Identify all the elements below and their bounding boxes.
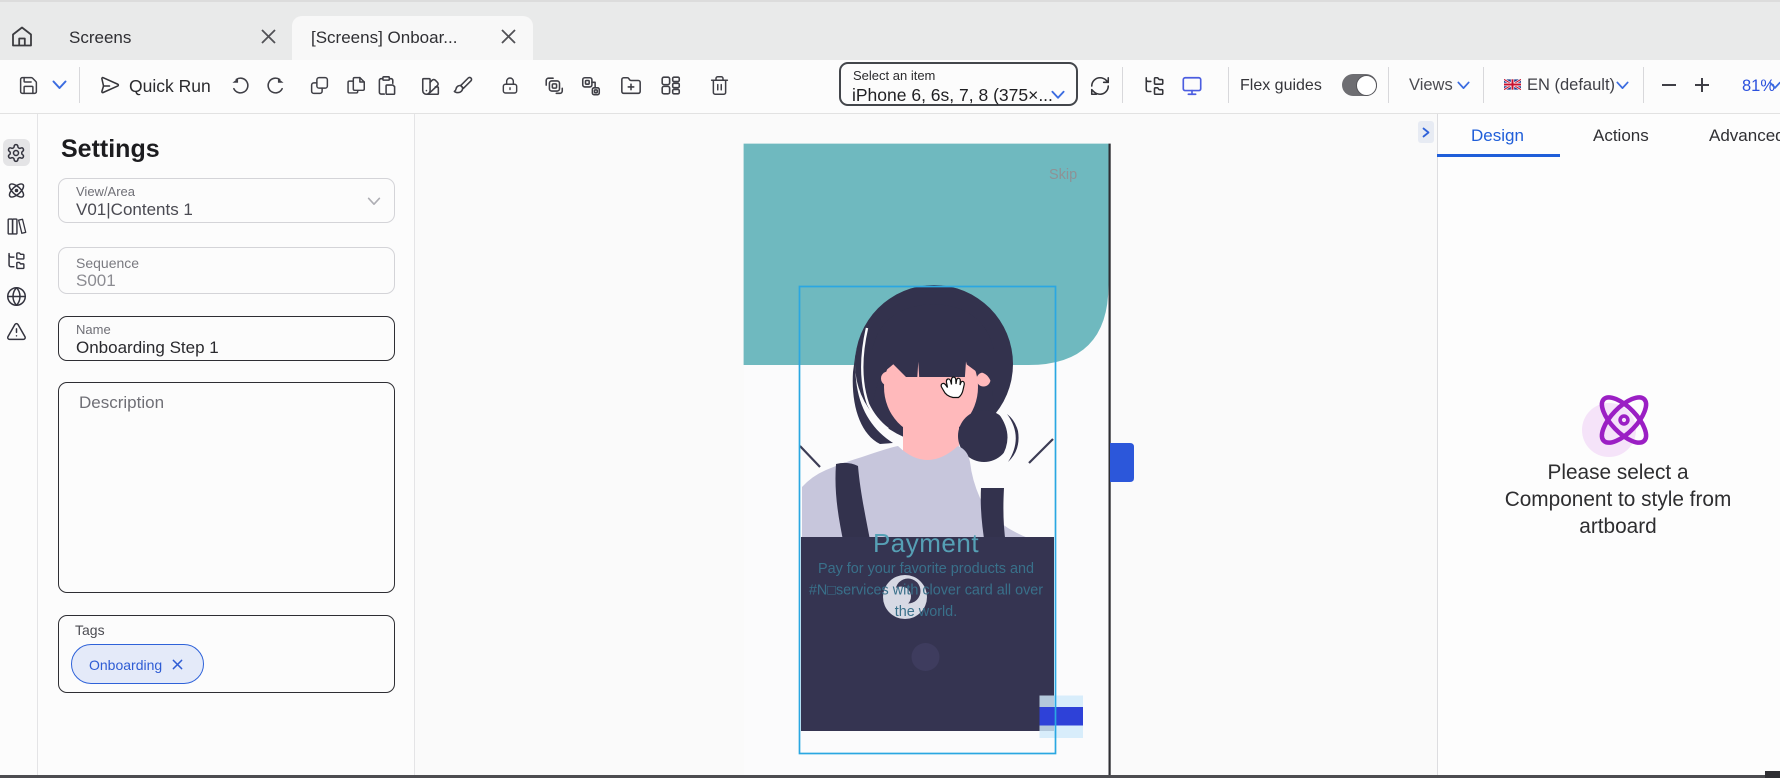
svg-text:Skip: Skip [1049, 167, 1077, 183]
svg-text:#N□services with clover card a: #N□services with clover card all over [809, 583, 1043, 599]
svg-text:Pay for your favorite products: Pay for your favorite products and [818, 561, 1034, 577]
svg-text:Payment: Payment [873, 528, 979, 558]
svg-text:the world.: the world. [895, 604, 957, 620]
